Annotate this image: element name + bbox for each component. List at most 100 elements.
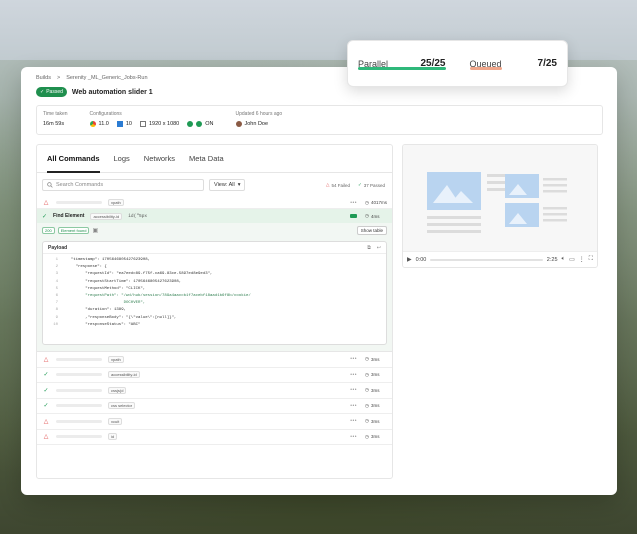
browser-version: 11.0 bbox=[98, 121, 109, 127]
row-meta: ••• ◷ 3ms bbox=[350, 387, 387, 393]
code-text: ,"responseBody": "{\"value\":[null]}", bbox=[66, 315, 177, 320]
code-line: 10 "responseStatus": "ABC" bbox=[48, 323, 381, 330]
line-number: 3 bbox=[55, 272, 58, 277]
status-code-tag: 200 bbox=[42, 226, 55, 234]
clock-icon: ◷ bbox=[365, 402, 369, 408]
view-select[interactable]: View: All ▾ bbox=[209, 179, 246, 191]
locator-tag: xpath bbox=[108, 355, 124, 363]
failed-count[interactable]: △ 54 Failed bbox=[326, 182, 350, 188]
page-title: Web automation slider 1 bbox=[71, 88, 153, 96]
toggle-config: ON bbox=[187, 121, 214, 127]
check-icon: ✓ bbox=[43, 372, 49, 379]
duration: ◷ 3ms bbox=[365, 418, 387, 424]
browser-config: 11.0 bbox=[89, 121, 109, 127]
table-row[interactable]: △ xcuit ••• ◷ 3ms bbox=[37, 414, 392, 430]
screenshot-icon[interactable]: ▣ bbox=[92, 227, 98, 234]
row-meta: ••• ◷ 3ms bbox=[350, 356, 387, 362]
clock-icon: ◷ bbox=[365, 387, 369, 393]
show-table-button[interactable]: Show table bbox=[356, 225, 387, 235]
video-current-time: 0:00 bbox=[415, 256, 427, 263]
command-rows-bottom: △ xpath ••• ◷ 3ms ✓ accessibility-id ••• ◷ 3ms ✓ cs… bbox=[37, 352, 392, 445]
search-input[interactable]: Search Commands bbox=[42, 179, 204, 191]
parallel-stat: Parallel 25/25 bbox=[358, 41, 446, 86]
more-icon[interactable]: ••• bbox=[350, 356, 357, 362]
settings-icon[interactable]: ⋮ bbox=[579, 256, 585, 263]
os-config: 10 bbox=[116, 121, 132, 127]
user-name: John Doe bbox=[244, 121, 269, 127]
warning-icon: △ bbox=[43, 418, 49, 425]
line-number: 5 bbox=[55, 286, 58, 291]
more-icon[interactable]: ••• bbox=[350, 200, 357, 206]
configurations-values: 11.0 10 1920 x 1080 ON bbox=[89, 121, 214, 127]
line-number: 9 bbox=[55, 315, 58, 320]
locator-tag: cssjs(d bbox=[108, 386, 127, 394]
more-icon[interactable]: ••• bbox=[350, 387, 357, 393]
duration: ◷ 3ms bbox=[365, 434, 387, 440]
avatar bbox=[235, 121, 242, 127]
duration-value: 3ms bbox=[370, 418, 380, 424]
check-icon: ✓ bbox=[357, 182, 362, 187]
selector-value: id("5px bbox=[128, 213, 148, 219]
updated-info: Updated 6 hours ago John Doe bbox=[235, 111, 283, 127]
more-icon[interactable]: ••• bbox=[350, 403, 357, 409]
captions-icon[interactable]: ▭ bbox=[569, 256, 575, 263]
more-icon[interactable]: ••• bbox=[350, 372, 357, 378]
breadcrumb-current[interactable]: Serenity _ML_Generic_Jobs-Run bbox=[66, 75, 147, 81]
clock-icon: ◷ bbox=[365, 356, 369, 362]
check-icon: ✓ bbox=[43, 403, 49, 410]
tab-meta-data[interactable]: Meta Data bbox=[189, 145, 224, 172]
tab-all-commands[interactable]: All Commands bbox=[47, 145, 100, 173]
duration-value: 4ms bbox=[370, 213, 380, 219]
line-number: 8 bbox=[55, 308, 58, 313]
updated-label: Updated 6 hours ago bbox=[235, 111, 283, 117]
table-row[interactable]: △ xpath ••• ◷ 3ms bbox=[37, 352, 392, 368]
duration-value: 3ms bbox=[370, 372, 380, 378]
more-icon[interactable]: ••• bbox=[350, 434, 357, 440]
passed-count[interactable]: ✓ 37 Passed bbox=[358, 182, 385, 188]
time-taken-label: Time taken bbox=[43, 111, 68, 117]
row-meta: ••• ◷ 4017ms bbox=[350, 200, 387, 206]
table-row[interactable]: △ xpath ••• ◷ 4017ms bbox=[37, 197, 392, 209]
payload-title: Payload bbox=[48, 244, 68, 251]
command-name-placeholder bbox=[56, 435, 102, 439]
payload-code: 1 "timestamp": 1705646805427623908, 2 "re… bbox=[43, 254, 386, 334]
volume-icon[interactable]: 🔈︎ bbox=[562, 256, 566, 263]
payload-panel: Payload ⧉ ↩ 1 "timestamp": 1705646805427… bbox=[42, 241, 387, 345]
table-row[interactable]: ✓ css selector ••• ◷ 3ms bbox=[37, 399, 392, 414]
row-meta: ◷ 4ms bbox=[350, 213, 387, 219]
video-progress-bar[interactable] bbox=[430, 258, 543, 261]
video-thumbnail-illustration bbox=[427, 172, 567, 233]
build-info-panel: Time taken 16m 59s Configurations 11.0 1… bbox=[36, 105, 603, 135]
chevron-down-icon: ▾ bbox=[237, 182, 241, 188]
table-row[interactable]: ✓ cssjs(d ••• ◷ 3ms bbox=[37, 383, 392, 399]
fullscreen-icon[interactable]: ⛶ bbox=[589, 256, 593, 263]
resolution-value: 1920 x 1080 bbox=[148, 121, 180, 127]
copy-icon[interactable]: ⧉ bbox=[367, 245, 371, 251]
search-placeholder: Search Commands bbox=[56, 182, 104, 188]
expanded-command-header[interactable]: ✓ Find Element accessibility-id id("5px … bbox=[37, 209, 392, 223]
toggle-value: ON bbox=[205, 121, 214, 127]
code-text: "responseStatus": "ABC" bbox=[66, 322, 141, 327]
video-preview[interactable] bbox=[403, 145, 597, 253]
user-info: John Doe bbox=[235, 121, 283, 127]
tab-logs[interactable]: Logs bbox=[114, 145, 130, 172]
wrap-icon[interactable]: ↩ bbox=[377, 245, 381, 251]
expanded-command: ✓ Find Element accessibility-id id("5px … bbox=[37, 209, 392, 352]
breadcrumb-builds[interactable]: Builds bbox=[36, 75, 51, 81]
check-icon: ✓ bbox=[43, 387, 49, 394]
command-list: △ xpath ••• ◷ 4017ms ✓ Find Element acces… bbox=[37, 197, 392, 445]
tab-networks[interactable]: Networks bbox=[144, 145, 175, 172]
table-row[interactable]: ✓ accessibility-id ••• ◷ 3ms bbox=[37, 368, 392, 383]
code-line: 3 "requestId": "ea7eedc89-f75f-ca69-83ce… bbox=[48, 272, 381, 279]
queued-stat: Queued 7/25 bbox=[469, 41, 557, 86]
command-name-placeholder bbox=[56, 388, 102, 392]
passed-count-label: 37 Passed bbox=[363, 182, 385, 188]
warning-icon: △ bbox=[325, 182, 330, 187]
warning-icon: △ bbox=[43, 434, 49, 441]
table-row[interactable]: △ id ••• ◷ 3ms bbox=[37, 430, 392, 445]
locator-tag: css selector bbox=[108, 402, 136, 410]
play-icon[interactable]: ▶ bbox=[407, 256, 412, 263]
more-icon[interactable]: ••• bbox=[350, 418, 357, 424]
check-icon: ✓ bbox=[42, 213, 48, 220]
video-controls: ▶ 0:00 2:25 🔈︎ ▭ ⋮ ⛶ bbox=[403, 251, 597, 267]
